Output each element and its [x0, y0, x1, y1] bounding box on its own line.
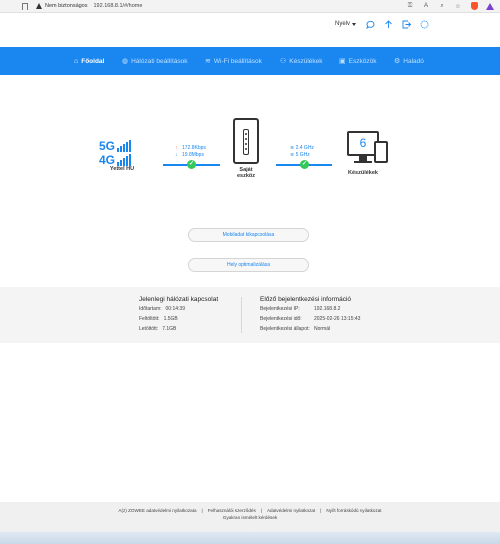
router-icon[interactable]: [233, 118, 259, 164]
router-label-line2: eszköz: [236, 173, 256, 179]
footer-link-user-agreement[interactable]: Felhasználói szerződés: [208, 508, 256, 513]
optimize-location-button[interactable]: Hely optimalizálása: [188, 258, 309, 272]
operator-name: Yettel HU: [109, 166, 135, 172]
kv-key: Letöltött:: [139, 326, 159, 332]
footer-link-faq[interactable]: Gyakran ismételt kérdések: [223, 515, 277, 520]
toolbox-icon: ▣: [339, 58, 346, 65]
login-title: Előző bejelentkezési információ: [260, 296, 352, 303]
bookmark-icon[interactable]: [22, 2, 28, 10]
gear-icon: ⚙: [394, 58, 401, 65]
check-icon: ✓: [187, 160, 196, 169]
kv-key: Időtartam:: [139, 306, 162, 312]
devices-icon: ⚇: [280, 58, 287, 65]
footer-link-open-source[interactable]: Nyílt forráskódú nyilatkozat: [326, 508, 381, 513]
upload-speed: 172.8Kbps: [182, 145, 206, 151]
mobile-data-off-button[interactable]: Mobiladat kikapcsolása: [188, 228, 309, 242]
brave-shield-icon[interactable]: [470, 2, 478, 10]
login-time-value: 2025-02-26 13:15:43: [314, 316, 361, 322]
nav-wifi-settings[interactable]: ≋ Wi-Fi beállítások: [205, 47, 262, 75]
nav-label: Wi-Fi beállítások: [213, 57, 262, 65]
address-bar[interactable]: 192.168.8.1/#/home: [94, 3, 143, 9]
network-5g-label: 5G: [99, 139, 116, 153]
uploaded-value: 1.5GB: [163, 316, 178, 322]
footer-link-privacy[interactable]: Adatvédelmi nyilatkozat: [267, 508, 315, 513]
nav-label: Haladó: [403, 57, 424, 65]
nav-label: Hálózati beállítások: [131, 57, 188, 65]
download-arrow-icon: ↓: [175, 152, 178, 158]
warning-icon: [36, 3, 42, 9]
logout-icon[interactable]: [402, 20, 411, 29]
signal-indicator: 5G 4G: [99, 138, 145, 166]
language-selector[interactable]: Nyelv: [335, 21, 357, 27]
kv-key: Bejelentkezési idő:: [260, 316, 302, 322]
chevron-down-icon: [352, 22, 357, 26]
login-ip-value: 192.168.8.2: [314, 306, 341, 312]
duration-value: 00:14:39: [165, 306, 185, 312]
brave-rewards-icon[interactable]: [486, 2, 494, 10]
wifi-bands: ≋ 2.4 GHz ≋ 5 GHz: [290, 145, 314, 159]
main-nav: ⌂ Főoldal ◍ Hálózati beállítások ≋ Wi-Fi…: [0, 47, 500, 75]
security-label[interactable]: Nem biztonságos: [45, 3, 88, 9]
language-label: Nyelv: [335, 21, 351, 27]
loading-icon: [420, 20, 429, 29]
footer-link-zowee-privacy[interactable]: A(z) ZOWEE adatvédelmi nyilatkozata: [118, 508, 196, 513]
nav-label: Eszközök: [348, 57, 377, 65]
home-icon: ⌂: [74, 57, 79, 65]
globe-icon: ◍: [122, 58, 129, 65]
downloaded-value: 7.1GB: [162, 326, 177, 332]
check-icon: ✓: [300, 160, 309, 169]
footer: A(z) ZOWEE adatvédelmi nyilatkozata | Felh…: [0, 502, 500, 532]
speed-readout: ↑ 172.8Kbps ↓ 19.8Mbps: [175, 145, 206, 159]
header: [0, 13, 500, 47]
divider: [241, 297, 242, 333]
connection-details: Időtartam: 00:14:39 Feltöltött: 1.5GB Letö…: [139, 304, 185, 334]
translate-icon[interactable]: A: [422, 2, 430, 10]
download-speed: 19.8Mbps: [182, 152, 204, 158]
kv-key: Feltöltött:: [139, 316, 160, 322]
device-count: 6: [359, 136, 367, 150]
signal-bars-icon: [117, 140, 132, 152]
devices-label: Készülékek: [348, 170, 378, 176]
update-arrow-icon[interactable]: [384, 20, 393, 29]
chat-icon[interactable]: [366, 20, 375, 29]
nav-advanced[interactable]: ⚙ Haladó: [394, 47, 424, 75]
upload-arrow-icon: ↑: [175, 145, 178, 151]
router-label: Saját eszköz: [230, 167, 262, 179]
login-status-value: Normál: [314, 326, 331, 332]
bookmark-star-icon[interactable]: ☆: [454, 2, 462, 10]
info-panel: Jelenlegi hálózati kapcsolat Időtartam: 0…: [0, 287, 500, 343]
nav-label: Főoldal: [81, 57, 105, 65]
kv-key: Bejelentkezési IP:: [260, 306, 300, 312]
browser-toolbar: Nem biztonságos 192.168.8.1/#/home ⚿ A ⌕…: [0, 0, 500, 13]
devices-icon[interactable]: 6: [347, 131, 389, 167]
taskbar: [0, 532, 500, 544]
network-4g-label: 4G: [99, 153, 116, 167]
connection-title: Jelenlegi hálózati kapcsolat: [139, 296, 219, 303]
nav-network-settings[interactable]: ◍ Hálózati beállítások: [122, 47, 187, 75]
nav-tools[interactable]: ▣ Eszközök: [339, 47, 376, 75]
signal-bars-icon: [117, 154, 132, 166]
login-details: Bejelentkezési IP: 192.168.8.2 Bejelentke…: [260, 304, 360, 334]
kv-key: Bejelentkezési állapot:: [260, 326, 310, 332]
nav-home[interactable]: ⌂ Főoldal: [74, 47, 104, 75]
nav-label: Készülékek: [289, 57, 323, 65]
band-24ghz: 2.4 GHz: [295, 145, 314, 151]
wifi-icon: ≋: [205, 58, 211, 65]
zoom-icon[interactable]: ⌕: [438, 2, 446, 10]
nav-devices[interactable]: ⚇ Készülékek: [280, 47, 323, 75]
key-icon[interactable]: ⚿: [406, 2, 414, 10]
band-5ghz: 5 GHz: [295, 152, 310, 158]
